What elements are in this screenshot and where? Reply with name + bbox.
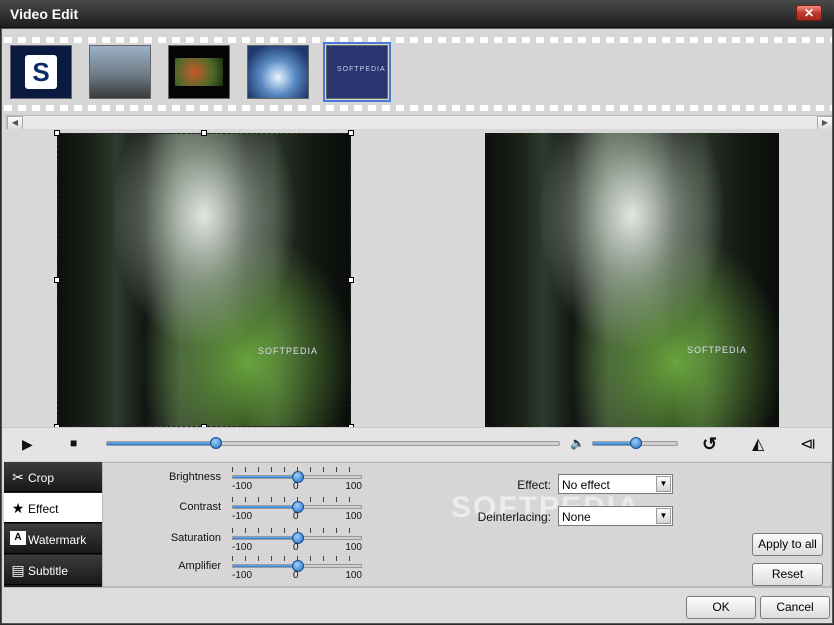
volume-knob[interactable] xyxy=(630,437,642,449)
slider-mid: 0 xyxy=(293,481,299,492)
thumb-softpedia[interactable]: SOFTPEDIA xyxy=(323,42,391,102)
slider-max: 100 xyxy=(345,542,362,553)
seek-fill xyxy=(107,442,216,445)
slider-mid: 0 xyxy=(293,511,299,522)
filmstrip-perforation-top xyxy=(4,37,832,43)
scroll-right-button[interactable]: ▶ xyxy=(817,116,832,130)
crop-handle-mr[interactable] xyxy=(348,277,354,283)
scissors-icon: ✂ xyxy=(12,469,24,485)
rotate-icon[interactable]: ↺ xyxy=(702,434,717,455)
star-icon: ★ xyxy=(11,500,25,516)
flip-horizontal-icon[interactable]: ◭ xyxy=(752,434,764,454)
effect-label: Effect: xyxy=(517,478,551,492)
thumb-watermark: SOFTPEDIA xyxy=(337,66,386,73)
volume-icon[interactable]: 🔈 xyxy=(570,436,585,450)
thumb-flowers[interactable] xyxy=(168,45,230,99)
slider-min: -100 xyxy=(232,542,253,553)
chevron-down-icon[interactable]: ▼ xyxy=(656,508,671,524)
apply-to-all-button[interactable]: Apply to all xyxy=(752,533,823,556)
amplifier-label: Amplifier xyxy=(178,560,221,572)
slider-min: -100 xyxy=(232,481,253,492)
saturation-slider[interactable]: -100 0 100 xyxy=(232,526,362,553)
slider-mid: 0 xyxy=(293,542,299,553)
ok-button[interactable]: OK xyxy=(686,596,756,619)
window-title: Video Edit xyxy=(10,6,79,22)
thumb-street[interactable] xyxy=(89,45,151,99)
filmstrip-perforation-bottom xyxy=(4,105,832,111)
amplifier-slider[interactable]: -100 0 100 xyxy=(232,554,362,581)
tab-subtitle[interactable]: ▤ Subtitle xyxy=(4,555,102,585)
tab-crop[interactable]: ✂ Crop xyxy=(4,462,102,492)
scroll-left-button[interactable]: ◀ xyxy=(7,116,23,130)
slider-min: -100 xyxy=(232,511,253,522)
contrast-label: Contrast xyxy=(179,501,221,513)
deinterlacing-select[interactable]: None ▼ xyxy=(558,506,673,526)
client-area: S SOFTPEDIA ◀ ▶ SOFTPEDIA SOFTPEDIA ▶ ■ … xyxy=(1,28,833,624)
preview-area: SOFTPEDIA SOFTPEDIA xyxy=(2,129,832,430)
seek-slider[interactable] xyxy=(106,437,560,449)
saturation-label: Saturation xyxy=(170,532,221,544)
chevron-down-icon[interactable]: ▼ xyxy=(656,476,671,492)
playback-controls: ▶ ■ 🔈 ↺ ◭ ⧏ xyxy=(2,427,832,461)
video-watermark: SOFTPEDIA xyxy=(686,345,747,355)
close-button[interactable]: ✕ xyxy=(796,5,822,21)
tab-label: Subtitle xyxy=(28,564,69,578)
slider-mid: 0 xyxy=(293,570,299,581)
stop-icon[interactable]: ■ xyxy=(70,436,77,450)
play-icon[interactable]: ▶ xyxy=(22,436,33,453)
slider-min: -100 xyxy=(232,570,253,581)
crop-handle-tm[interactable] xyxy=(201,130,207,136)
effect-select[interactable]: No effect ▼ xyxy=(558,474,673,494)
tab-watermark[interactable]: A Watermark xyxy=(4,524,102,554)
brightness-slider[interactable]: -100 0 100 xyxy=(232,465,362,492)
video-watermark: SOFTPEDIA xyxy=(257,346,318,356)
tab-label: Effect xyxy=(28,502,59,516)
title-bar: Video Edit ✕ xyxy=(0,0,834,28)
deinterlacing-select-value: None xyxy=(562,510,591,524)
tab-effect[interactable]: ★ Effect xyxy=(4,493,102,523)
crop-handle-ml[interactable] xyxy=(54,277,60,283)
filmstrip: S SOFTPEDIA ◀ ▶ xyxy=(4,33,832,134)
slider-max: 100 xyxy=(345,481,362,492)
thumb-softpedia-logo[interactable]: S xyxy=(10,45,72,99)
original-video-preview[interactable]: SOFTPEDIA xyxy=(54,130,354,430)
effect-panel: SOFTPEDIA Brightness -100 0 100 Contrast… xyxy=(102,462,832,587)
slider-max: 100 xyxy=(345,511,362,522)
thumb-light[interactable] xyxy=(247,45,309,99)
cancel-button[interactable]: Cancel xyxy=(760,596,830,619)
flip-vertical-icon[interactable]: ⧏ xyxy=(800,434,816,454)
subtitle-icon: ▤ xyxy=(11,562,25,578)
tab-label: Watermark xyxy=(28,533,87,547)
seek-knob[interactable] xyxy=(209,437,222,449)
effect-select-value: No effect xyxy=(562,478,610,492)
deinterlacing-label: Deinterlacing: xyxy=(477,510,551,524)
volume-slider[interactable] xyxy=(592,437,678,449)
output-video-preview: SOFTPEDIA xyxy=(485,133,779,427)
crop-handle-tr[interactable] xyxy=(348,130,354,136)
brightness-label: Brightness xyxy=(169,471,221,483)
contrast-slider[interactable]: -100 0 100 xyxy=(232,495,362,522)
edit-sidebar: ✂ Crop ★ Effect A Watermark ▤ Subtitle xyxy=(4,462,102,587)
softpedia-s-logo-icon: S xyxy=(25,55,57,89)
watermark-icon: A xyxy=(10,531,26,545)
crop-handle-tl[interactable] xyxy=(54,130,60,136)
tab-label: Crop xyxy=(28,471,55,485)
slider-max: 100 xyxy=(345,570,362,581)
reset-button[interactable]: Reset xyxy=(752,563,823,586)
dialog-footer: OK Cancel xyxy=(2,587,832,623)
